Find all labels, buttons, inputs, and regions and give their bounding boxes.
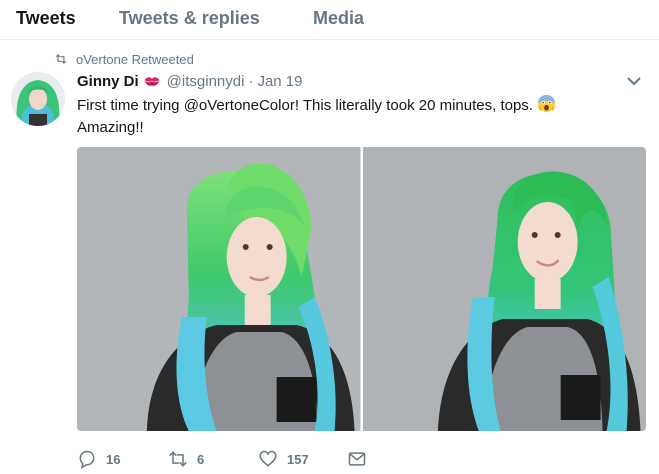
reply-icon — [79, 450, 95, 469]
like-button[interactable]: 157 — [258, 449, 328, 469]
media-photo-2[interactable] — [362, 147, 646, 431]
like-count: 157 — [287, 451, 309, 467]
retweet-count: 6 — [197, 451, 205, 467]
user-handle[interactable]: @itsginnydi — [167, 73, 245, 90]
reply-count: 16 — [106, 451, 121, 467]
profile-tabs: Tweets Tweets & replies Media — [0, 0, 659, 40]
avatar[interactable] — [11, 72, 65, 126]
kiss-mark-icon — [144, 77, 160, 86]
tab-tweets-and-replies[interactable]: Tweets & replies — [119, 8, 260, 29]
mention-link[interactable]: @oVertoneColor — [184, 97, 295, 114]
retweet-icon — [55, 54, 67, 64]
tweet-text-end: ! This literally took 20 minutes, tops. — [294, 97, 533, 114]
retweet-label: oVertone Retweeted — [76, 51, 194, 67]
tweet-timestamp[interactable]: Jan 19 — [257, 73, 302, 90]
envelope-icon — [348, 452, 366, 466]
tweet-header: Ginny Di @itsginnydi · Jan 19 — [77, 72, 302, 90]
direct-message-button[interactable] — [347, 449, 377, 469]
display-name[interactable]: Ginny Di — [77, 73, 139, 90]
retweet-button[interactable]: 6 — [168, 449, 228, 469]
reply-button[interactable]: 16 — [77, 449, 137, 469]
tab-tweets[interactable]: Tweets — [16, 8, 76, 29]
chevron-down-icon[interactable] — [626, 75, 642, 87]
scream-face-icon — [537, 94, 556, 113]
retweet-icon — [169, 451, 187, 467]
media-photo-1[interactable] — [77, 147, 361, 431]
tweet-text: First time trying @oVertoneColor! This l… — [77, 94, 607, 139]
tweet-text-start: First time trying — [77, 97, 184, 114]
tab-media[interactable]: Media — [313, 8, 364, 29]
retweet-context[interactable]: oVertone Retweeted — [54, 51, 194, 67]
heart-icon — [259, 450, 277, 467]
separator-dot: · — [248, 72, 254, 90]
tweet-media — [77, 147, 646, 431]
tweet-text-line2: Amazing!! — [77, 119, 144, 136]
